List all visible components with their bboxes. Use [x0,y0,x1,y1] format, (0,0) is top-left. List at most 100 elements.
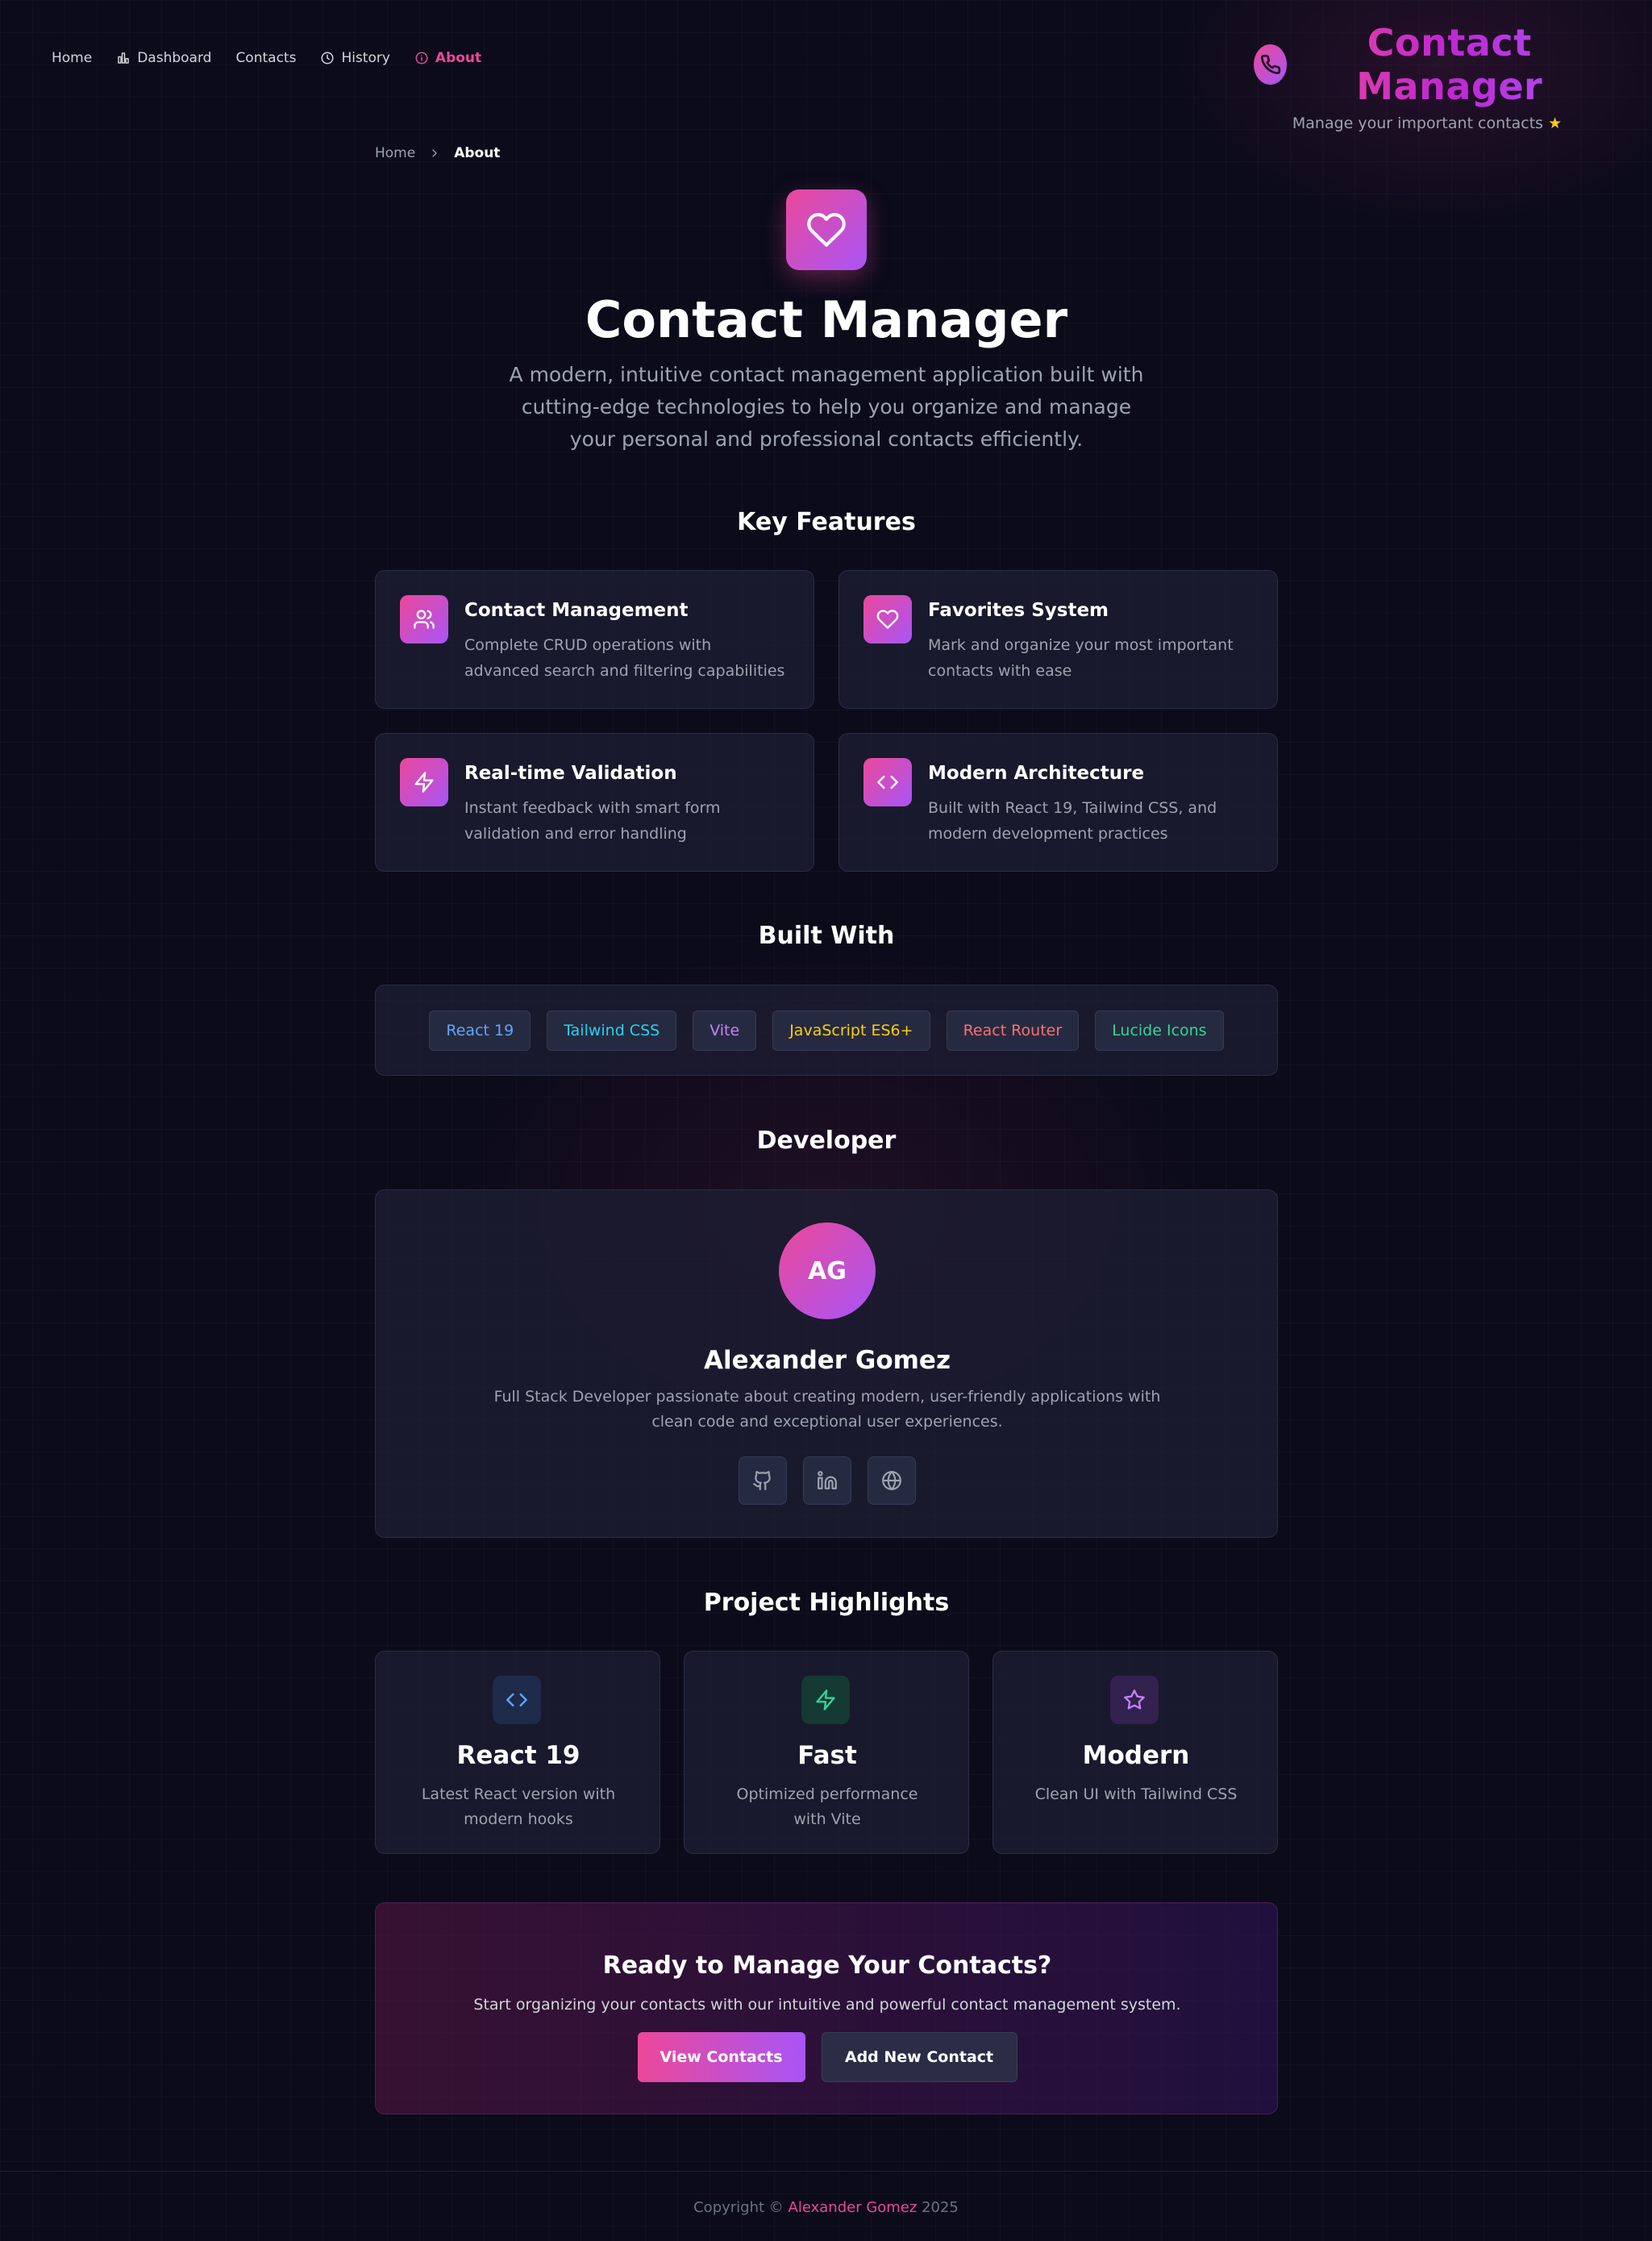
footer-divider [0,2171,1652,2172]
tech-badge-javascript[interactable]: JavaScript ES6+ [772,1010,930,1051]
cta-description: Start organizing your contacts with our … [473,1996,1181,2014]
clock-icon [321,52,334,65]
view-contacts-button[interactable]: View Contacts [637,2032,805,2082]
phone-icon [1260,54,1280,75]
footer-author-link[interactable]: Alexander Gomez [789,2199,918,2216]
feature-description: Instant feedback with smart form validat… [464,799,721,843]
website-button[interactable] [868,1456,916,1505]
feature-card: Contact Management Complete CRUD operati… [375,570,814,709]
feature-title: Contact Management [464,600,689,621]
highlight-description: Optimized performance with Vite [736,1785,918,1828]
feature-icon-box [863,595,912,644]
cta-buttons: View Contacts Add New Contact [376,2032,1279,2082]
highlight-title: React 19 [456,1741,580,1770]
linkedin-button[interactable] [803,1456,851,1505]
social-links [376,1456,1279,1505]
nav-history[interactable]: History [320,50,390,66]
hero-description: A modern, intuitive contact management a… [509,363,1144,451]
github-button[interactable] [739,1456,787,1505]
star-icon [1124,1689,1145,1710]
bar-chart-icon [118,52,129,64]
nav-home[interactable]: Home [52,50,92,66]
built-with-title: Built With [758,922,895,950]
feature-description: Built with React 19, Tailwind CSS, and m… [928,799,1217,843]
nav-dashboard[interactable]: Dashboard [116,50,211,66]
code-icon [877,775,898,789]
users-icon [414,610,435,629]
nav-home-label: Home [52,50,93,66]
page-title: Contact Manager [585,290,1068,349]
star-icon: ★ [1548,115,1563,132]
highlight-card: Modern Clean UI with Tailwind CSS [992,1651,1278,1854]
breadcrumb: Home About [375,145,500,161]
highlights-title: Project Highlights [703,1589,950,1617]
brand-row: Contact Manager [1254,21,1600,108]
feature-icon-box [400,758,448,806]
feature-title: Modern Architecture [928,763,1145,784]
features-title: Key Features [737,508,916,536]
nav-contacts-label: Contacts [235,50,297,66]
developer-bio: Full Stack Developer passionate about cr… [493,1388,1161,1431]
feature-description: Mark and organize your most important co… [928,636,1234,680]
zap-icon [414,772,434,793]
highlight-title: Modern [1082,1741,1190,1770]
developer-name: Alexander Gomez [703,1346,951,1375]
feature-text: Real-time Validation Instant feedback wi… [464,758,789,847]
tech-badge-tailwind[interactable]: Tailwind CSS [547,1010,677,1051]
tech-badge-lucide[interactable]: Lucide Icons [1095,1010,1224,1051]
feature-description: Complete CRUD operations with advanced s… [464,636,785,680]
developer-title: Developer [756,1127,897,1155]
feature-card: Modern Architecture Built with React 19,… [838,733,1278,872]
nav-contacts[interactable]: Contacts [235,50,296,66]
feature-title: Favorites System [928,600,1109,621]
highlight-card: React 19 Latest React version with moder… [375,1651,660,1854]
cta-title: Ready to Manage Your Contacts? [602,1952,1052,1980]
feature-text: Contact Management Complete CRUD operati… [464,595,789,684]
linkedin-icon [818,1471,837,1489]
breadcrumb-home[interactable]: Home [375,145,415,161]
highlight-title: Fast [797,1741,857,1770]
nav-history-label: History [341,50,390,66]
highlight-icon-box [493,1676,541,1724]
brand-title[interactable]: Contact Manager [1298,21,1600,108]
feature-text: Modern Architecture Built with React 19,… [928,758,1253,847]
footer: Copyright © Alexander Gomez 2025 [0,2199,1652,2216]
add-contact-button[interactable]: Add New Contact [821,2032,1017,2082]
brand-logo[interactable] [1254,44,1288,85]
brand-subtitle: Manage your important contacts ★ [1254,115,1600,132]
nav-about-label: About [435,50,482,66]
tech-stack-card: React 19 Tailwind CSS Vite JavaScript ES… [375,985,1278,1076]
highlight-description: Latest React version with modern hooks [421,1785,616,1828]
breadcrumb-current: About [454,145,501,161]
feature-card: Real-time Validation Instant feedback wi… [375,733,814,872]
highlight-card: Fast Optimized performance with Vite [684,1651,969,1854]
copyright-prefix: Copyright © [693,2199,784,2216]
feature-card: Favorites System Mark and organize your … [838,570,1278,709]
brand-subtitle-text: Manage your important contacts [1292,115,1544,132]
feature-text: Favorites System Mark and organize your … [928,595,1253,684]
heart-icon [807,213,846,247]
heart-icon [876,610,899,629]
copyright-year: 2025 [922,2199,959,2216]
github-icon [753,1471,771,1490]
zap-icon [816,1689,835,1710]
info-icon [415,52,428,65]
nav-dashboard-label: Dashboard [137,50,212,66]
highlight-icon-box [801,1676,850,1724]
code-icon [506,1693,527,1707]
nav-about[interactable]: About [414,50,481,66]
feature-title: Real-time Validation [464,763,677,784]
brand: Contact Manager Manage your important co… [1254,21,1600,132]
developer-card: AG Alexander Gomez Full Stack Developer … [375,1189,1278,1538]
feature-icon-box [863,758,912,806]
cta-card: Ready to Manage Your Contacts? Start org… [375,1902,1278,2114]
highlight-description: Clean UI with Tailwind CSS [1034,1785,1238,1803]
tech-badge-react-router[interactable]: React Router [946,1010,1080,1051]
tech-badge-react[interactable]: React 19 [429,1010,531,1051]
chevron-right-icon [432,149,437,157]
tech-badge-vite[interactable]: Vite [693,1010,757,1051]
avatar: AG [779,1223,876,1319]
globe-icon [882,1471,901,1490]
hero-icon-box [786,190,867,270]
highlight-icon-box [1110,1676,1159,1724]
